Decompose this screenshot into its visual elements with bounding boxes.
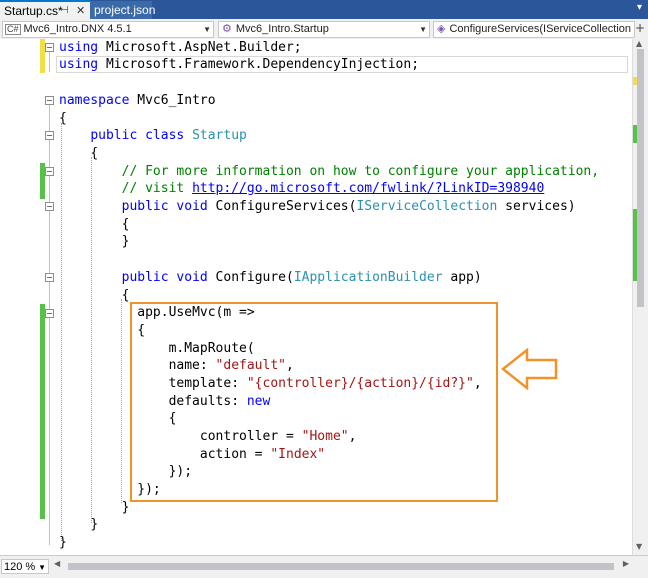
outline-line — [49, 52, 50, 72]
method-icon: ◈ — [437, 23, 446, 35]
collapse-icon[interactable] — [45, 131, 54, 140]
vertical-scrollbar[interactable]: ▲ ▼ — [632, 39, 648, 555]
scroll-right-icon[interactable]: ▶ — [623, 559, 629, 568]
project-dropdown-value: Mvc6_Intro.DNX 4.5.1 — [23, 23, 132, 35]
code-line-9: // visit http://go.microsoft.com/fwlink/… — [121, 181, 545, 196]
collapse-icon[interactable] — [45, 43, 54, 52]
code-line-4: namespace Mvc6_Intro — [59, 93, 216, 108]
code-line-14: public void Configure(IApplicationBuilde… — [121, 270, 482, 285]
scroll-up-icon[interactable]: ▲ — [636, 39, 642, 48]
scroll-left-icon[interactable]: ◀ — [54, 559, 60, 568]
member-dropdown[interactable]: ◈ ConfigureServices(IServiceCollection se — [433, 21, 635, 38]
code-line-2: using Microsoft.Framework.DependencyInje… — [59, 57, 420, 72]
editor-window: Startup.cs* ⊣ ✕ project.json ▾ C# Mvc6_In… — [0, 0, 648, 578]
chevron-down-icon: ▼ — [203, 25, 211, 34]
code-line-6: public class Startup — [90, 128, 247, 143]
code-line-15: { — [121, 288, 130, 303]
navigation-bar: C# Mvc6_Intro.DNX 4.5.1 ▼ ⚙ Mvc6_Intro.Sta… — [0, 19, 648, 40]
split-window-icon[interactable]: + — [635, 21, 645, 35]
tab-project-json[interactable]: project.json — [90, 1, 156, 19]
chevron-down-icon: ▼ — [38, 563, 46, 572]
code-line-1: using Microsoft.AspNet.Builder; — [59, 40, 302, 55]
class-dropdown-value: Mvc6_Intro.Startup — [235, 23, 329, 35]
fwlink-link[interactable]: http://go.microsoft.com/fwlink/?LinkID=3… — [192, 181, 544, 196]
editor-bottom-bar: 120 % ▼ ◀ ▶ — [0, 555, 648, 578]
zoom-dropdown[interactable]: 120 % ▼ — [1, 559, 49, 574]
code-line-12: } — [121, 234, 130, 249]
tab-label: Startup.cs* — [4, 4, 63, 18]
member-dropdown-value: ConfigureServices(IServiceCollection se — [449, 23, 635, 35]
saved-change-marker — [40, 304, 45, 519]
tab-overflow-icon[interactable]: ▾ — [637, 2, 642, 13]
code-line-5: { — [59, 111, 67, 126]
code-line-8: // For more information on how to config… — [121, 164, 600, 179]
vertical-scroll-thumb[interactable] — [637, 49, 644, 307]
pin-icon[interactable]: ⊣ — [60, 2, 69, 20]
scroll-down-icon[interactable]: ▼ — [636, 542, 642, 551]
tab-label: project.json — [94, 3, 156, 17]
scroll-change-marker — [633, 77, 637, 85]
horizontal-scroll-thumb[interactable] — [68, 563, 614, 570]
callout-arrow-icon — [501, 348, 558, 390]
code-line-29: } — [59, 535, 67, 550]
scroll-change-marker — [633, 209, 637, 281]
chevron-down-icon: ▼ — [419, 25, 427, 34]
code-line-28: } — [90, 517, 99, 532]
scroll-change-marker — [633, 125, 637, 143]
collapse-icon[interactable] — [45, 96, 54, 105]
collapse-icon[interactable] — [45, 273, 54, 282]
project-dropdown[interactable]: C# Mvc6_Intro.DNX 4.5.1 ▼ — [2, 21, 214, 38]
close-icon[interactable]: ✕ — [76, 2, 85, 20]
collapse-icon[interactable] — [45, 202, 54, 211]
collapse-icon[interactable] — [45, 167, 54, 176]
tab-startup-cs[interactable]: Startup.cs* ⊣ ✕ — [0, 0, 90, 20]
document-tab-strip: Startup.cs* ⊣ ✕ project.json ▾ — [0, 0, 648, 20]
class-icon: ⚙ — [222, 23, 232, 35]
zoom-level: 120 % — [4, 561, 36, 573]
callout-highlight-box — [130, 302, 498, 502]
csharp-project-icon: C# — [5, 24, 21, 35]
horizontal-scrollbar[interactable]: ◀ ▶ — [54, 559, 629, 574]
code-editor[interactable]: using Microsoft.AspNet.Builder; using Mi… — [0, 39, 632, 555]
code-line-11: { — [121, 217, 130, 232]
code-line-10: public void ConfigureServices(IServiceCo… — [121, 199, 576, 214]
code-line-27: } — [121, 500, 130, 515]
class-dropdown[interactable]: ⚙ Mvc6_Intro.Startup ▼ — [218, 21, 430, 38]
collapse-icon[interactable] — [45, 309, 54, 318]
code-line-7: { — [90, 146, 99, 161]
